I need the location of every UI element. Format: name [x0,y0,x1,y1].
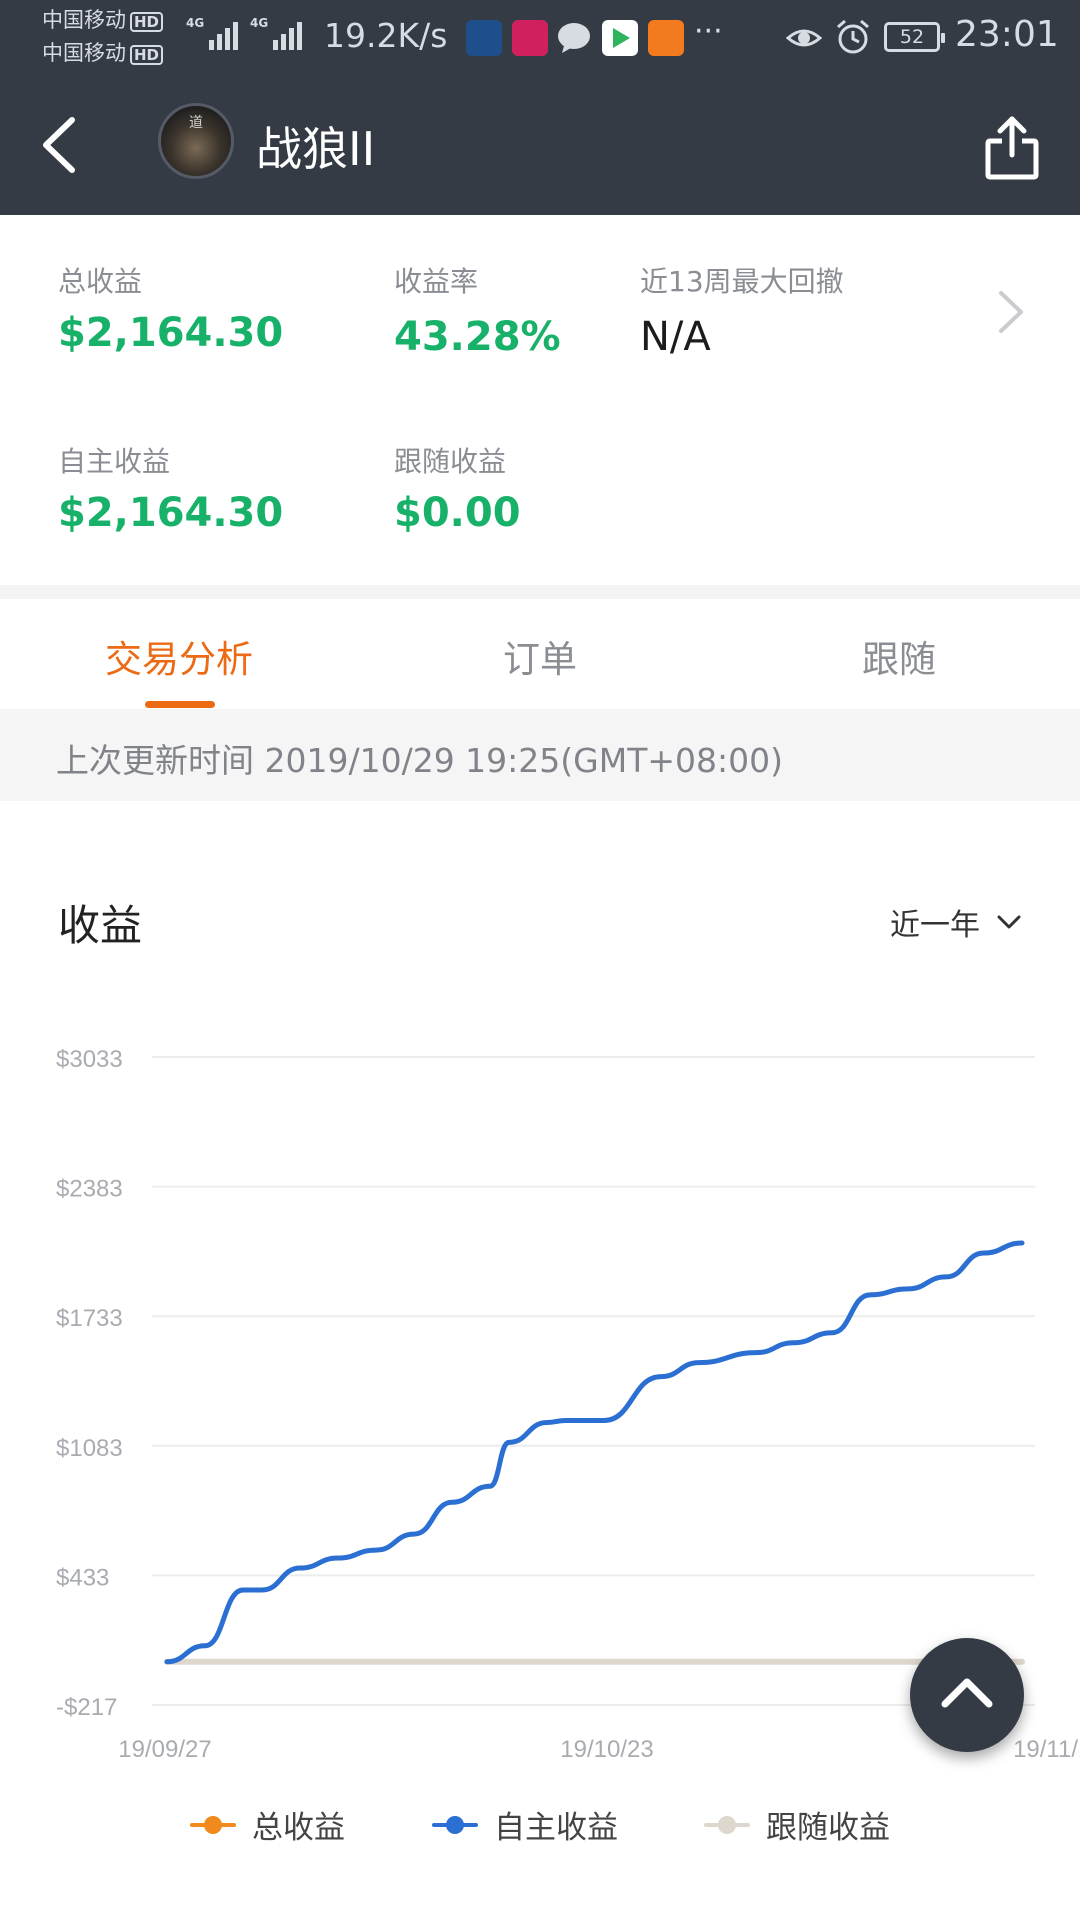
clock: 23:01 [955,14,1059,55]
legend-label-self: 自主收益 [494,1810,618,1846]
legend-item-self[interactable]: 自主收益 [432,1802,618,1847]
share-icon[interactable] [984,115,1040,181]
stat-follow-label: 跟随收益 [394,445,507,478]
tab-orders[interactable]: 订单 [503,629,577,683]
stat-drawdown-value: N/A [640,314,711,360]
stat-drawdown-label: 近13周最大回撤 [640,265,844,298]
series-line [164,1240,1025,1665]
f-app-icon [648,20,684,56]
legend-marker-total [190,1815,236,1835]
range-selector[interactable]: 近一年 [890,900,1022,944]
legend-label-total: 总收益 [252,1810,345,1846]
y-tick-label: $433 [56,1564,109,1591]
stat-rate-value: 43.28% [394,314,561,360]
chart-legend: 总收益 自主收益 跟随收益 [0,1802,1080,1852]
status-bar: 中国移动 HD 中国移动 HD 4G 4G 19.2K/s ··· 52 23:01 [0,0,1080,75]
eye-comfort-icon [786,29,822,47]
x-tick-label: 19/09/27 [118,1736,211,1763]
stat-total: 总收益 $2,164.30 [58,260,283,356]
stat-drawdown: 近13周最大回撤 N/A [640,260,844,360]
y-tick-label: $2383 [56,1176,123,1203]
range-selector-label: 近一年 [890,908,980,943]
chart-section-title: 收益 [58,901,143,950]
stat-follow-value: $0.00 [394,490,521,536]
chat-bubble-icon [556,20,592,56]
avatar[interactable]: 道 [158,103,234,179]
chevron-down-icon [997,915,1021,929]
stat-self-value: $2,164.30 [58,490,284,536]
signal-icon-2: 4G [250,16,303,50]
active-tab-indicator [145,701,215,708]
x-tick-label: 19/10/23 [560,1736,653,1763]
video-app-icon [602,20,638,56]
signal-icon-1: 4G [186,16,239,50]
stat-total-value: $2,164.30 [58,310,284,356]
back-arrow-icon[interactable] [32,110,92,180]
legend-item-follow[interactable]: 跟随收益 [704,1802,890,1847]
stat-self: 自主收益 $2,164.30 [58,440,283,536]
tab-follow[interactable]: 跟随 [862,629,936,683]
chevron-right-icon[interactable] [995,287,1027,337]
legend-marker-self [432,1815,478,1835]
alarm-icon [837,19,869,54]
tab-bar: 交易分析 订单 跟随 [0,599,1080,709]
mail-app-icon [512,20,548,56]
legend-marker-follow [704,1815,750,1835]
stat-rate: 收益率 43.28% [394,260,561,360]
battery-indicator: 52 [884,22,945,52]
chevron-up-icon [941,1678,993,1708]
legend-label-follow: 跟随收益 [766,1810,890,1846]
more-notifications-icon: ··· [694,14,723,49]
stat-rate-label: 收益率 [394,265,479,298]
nav-bar: 道 战狼II [0,75,1080,215]
y-tick-label: $1733 [56,1305,123,1332]
y-tick-label: $3033 [56,1046,123,1073]
stat-self-label: 自主收益 [58,445,171,478]
tab-trade-analysis[interactable]: 交易分析 [105,629,253,683]
network-speed: 19.2K/s [324,16,448,55]
last-update-text: 上次更新时间 2019/10/29 19:25(GMT+08:00) [56,741,783,780]
legend-item-total[interactable]: 总收益 [190,1802,345,1847]
page-title: 战狼II [256,122,376,176]
section-divider [0,585,1080,599]
last-update-bar: 上次更新时间 2019/10/29 19:25(GMT+08:00) [0,709,1080,801]
stats-panel: 总收益 $2,164.30 收益率 43.28% 近13周最大回撤 N/A 自主… [0,215,1080,585]
scroll-to-top-button[interactable] [910,1638,1024,1752]
y-tick-label: $1083 [56,1435,123,1462]
carrier-label-1: 中国移动 HD [42,8,164,32]
globe-app-icon [466,20,502,56]
y-tick-label: -$217 [56,1694,117,1721]
stat-total-label: 总收益 [58,265,143,298]
carrier-label-2: 中国移动 HD [42,41,164,65]
stat-follow: 跟随收益 $0.00 [394,440,521,536]
